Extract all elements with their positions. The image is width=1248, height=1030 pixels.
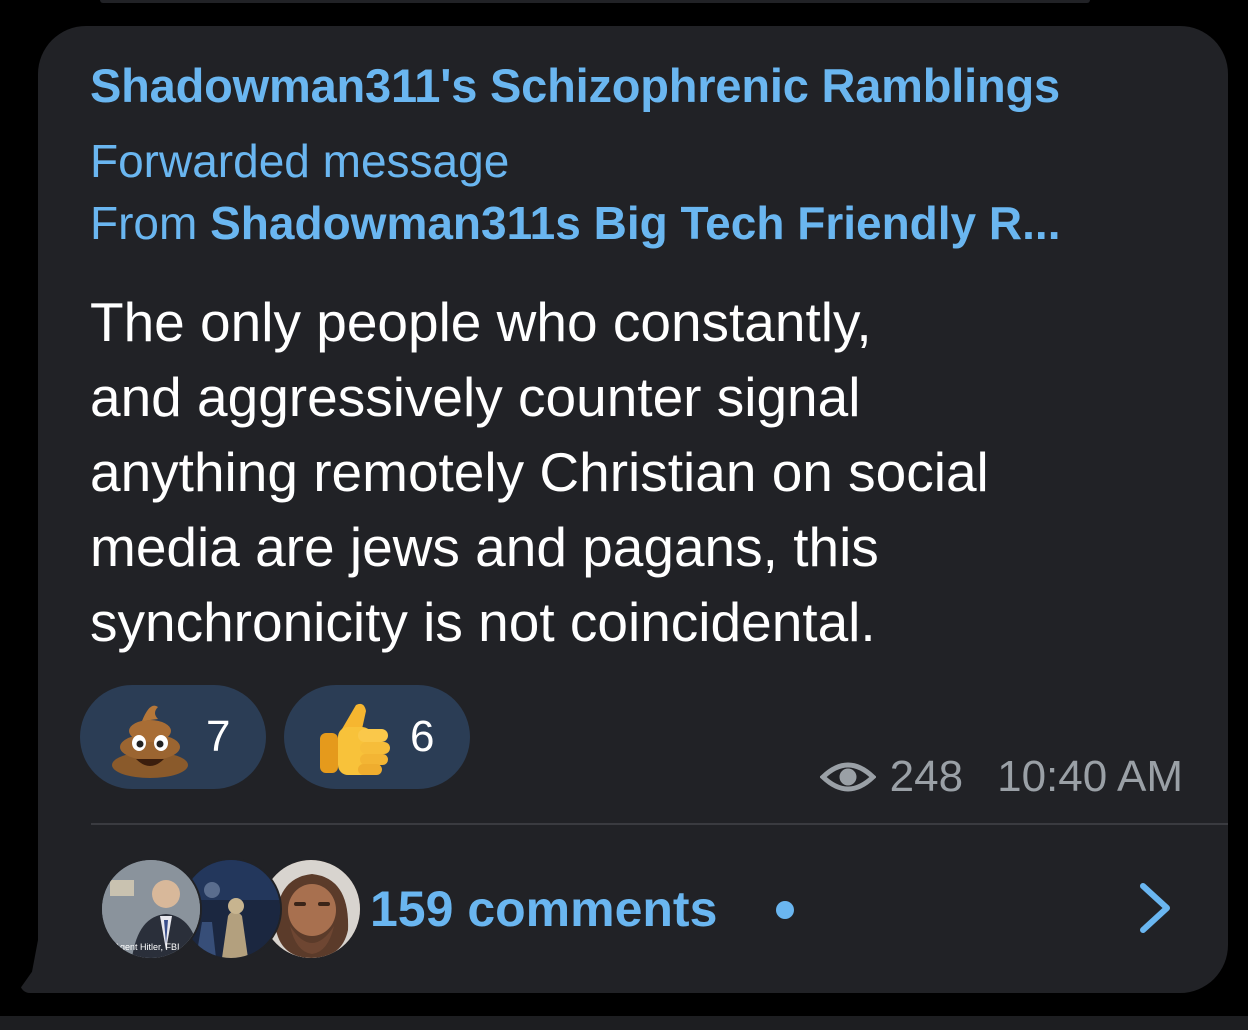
message-line: synchronicity is not coincidental. [90,591,876,653]
channel-title[interactable]: Shadowman311's Schizophrenic Ramblings [90,58,1060,113]
forwarded-from[interactable]: From Shadowman311s Big Tech Friendly R..… [90,196,1200,250]
reaction-thumbs-up[interactable]: 6 [284,685,470,789]
view-count: 248 [889,752,964,801]
unread-dot [776,901,794,919]
poop-emoji-icon [112,705,188,778]
reaction-poop[interactable]: 7 [80,685,266,789]
message-line: media are jews and pagans, this [90,516,879,578]
reaction-count: 6 [410,712,435,761]
previous-message-edge [100,0,1090,3]
message-text: The only people who constantly, and aggr… [90,285,1200,660]
message-line: and aggressively counter signal [90,366,861,428]
comments-divider [91,823,1228,825]
forwarded-source-link[interactable]: Shadowman311s Big Tech Friendly R... [210,197,1060,249]
message-line: The only people who constantly, [90,291,872,353]
thumbs-up-emoji-icon [320,703,390,775]
forwarded-from-prefix: From [90,197,198,249]
reaction-count: 7 [206,712,231,761]
commenter-avatars[interactable]: Agent Hitler, FBI [100,858,362,960]
eye-icon [819,762,876,792]
forwarded-label: Forwarded message [90,135,510,187]
chevron-right-icon[interactable] [1135,880,1175,936]
message-time: 10:40 AM [997,752,1183,801]
message-meta: 248 10:40 AM [819,752,1183,802]
commenter-avatar-1: Agent Hitler, FBI [100,858,202,960]
message-line: anything remotely Christian on social [90,441,989,503]
comments-link[interactable]: 159 comments [370,880,717,938]
avatar-caption: Agent Hitler, FBI [114,942,180,952]
bottom-bar [0,1016,1248,1030]
